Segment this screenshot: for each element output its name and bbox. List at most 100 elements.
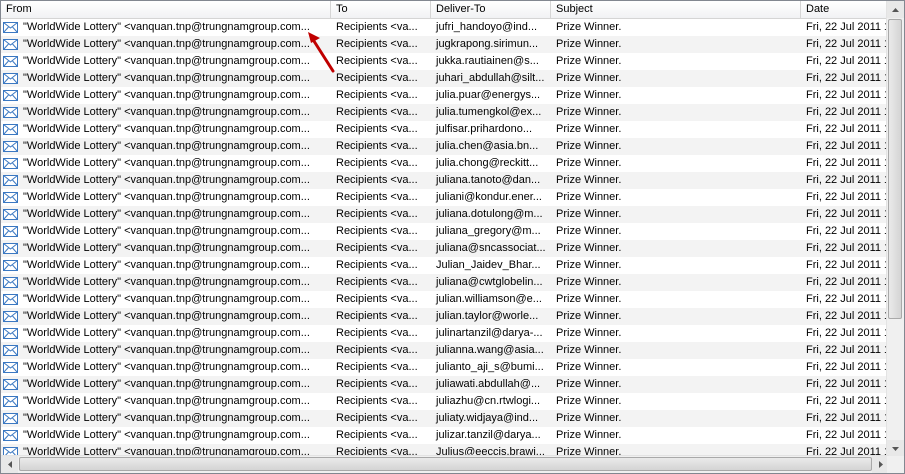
to-cell: Recipients <va... (336, 140, 418, 152)
from-text: "WorldWide Lottery" <vanquan.tnp@trungna… (23, 174, 310, 186)
deliver-to-cell: juliaty.widjaya@ind... (436, 412, 539, 424)
chevron-left-icon (7, 461, 12, 468)
subject-cell: Prize Winner. (556, 395, 622, 407)
to-cell: Recipients <va... (336, 344, 418, 356)
message-row[interactable]: "WorldWide Lottery" <vanquan.tnp@trungna… (1, 155, 889, 172)
subject-cell: Prize Winner. (556, 429, 622, 441)
subject-cell: Prize Winner. (556, 242, 622, 254)
to-cell: Recipients <va... (336, 208, 418, 220)
to-cell: Recipients <va... (336, 191, 418, 203)
envelope-icon (3, 311, 18, 322)
message-row[interactable]: "WorldWide Lottery" <vanquan.tnp@trungna… (1, 274, 889, 291)
from-cell: "WorldWide Lottery" <vanquan.tnp@trungna… (1, 274, 331, 291)
date-cell: Fri, 22 Jul 2011 1 (806, 89, 889, 101)
from-cell: "WorldWide Lottery" <vanquan.tnp@trungna… (1, 87, 331, 104)
subject-cell: Prize Winner. (556, 106, 622, 118)
date-cell: Fri, 22 Jul 2011 1 (806, 157, 889, 169)
deliver-to-cell: julfisar.prihardono... (436, 123, 532, 135)
subject-cell: Prize Winner. (556, 55, 622, 67)
deliver-to-cell: juliani@kondur.ener... (436, 191, 542, 203)
to-cell: Recipients <va... (336, 395, 418, 407)
message-row[interactable]: "WorldWide Lottery" <vanquan.tnp@trungna… (1, 206, 889, 223)
to-cell: Recipients <va... (336, 327, 418, 339)
message-row[interactable]: "WorldWide Lottery" <vanquan.tnp@trungna… (1, 359, 889, 376)
message-row[interactable]: "WorldWide Lottery" <vanquan.tnp@trungna… (1, 410, 889, 427)
message-row[interactable]: "WorldWide Lottery" <vanquan.tnp@trungna… (1, 291, 889, 308)
date-cell: Fri, 22 Jul 2011 1 (806, 55, 889, 67)
deliver-to-cell: juliazhu@cn.rtwlogi... (436, 395, 541, 407)
envelope-icon (3, 379, 18, 390)
subject-cell: Prize Winner. (556, 344, 622, 356)
message-row[interactable]: "WorldWide Lottery" <vanquan.tnp@trungna… (1, 393, 889, 410)
from-text: "WorldWide Lottery" <vanquan.tnp@trungna… (23, 242, 310, 254)
from-cell: "WorldWide Lottery" <vanquan.tnp@trungna… (1, 308, 331, 325)
deliver-to-cell: juliana.tanoto@dan... (436, 174, 541, 186)
deliver-to-cell: julia.puar@energys... (436, 89, 541, 101)
vertical-scrollbar[interactable] (886, 1, 904, 457)
message-row[interactable]: "WorldWide Lottery" <vanquan.tnp@trungna… (1, 308, 889, 325)
from-text: "WorldWide Lottery" <vanquan.tnp@trungna… (23, 293, 310, 305)
deliver-to-cell: juliana@sncassociat... (436, 242, 546, 254)
to-cell: Recipients <va... (336, 55, 418, 67)
to-cell: Recipients <va... (336, 276, 418, 288)
message-row[interactable]: "WorldWide Lottery" <vanquan.tnp@trungna… (1, 36, 889, 53)
from-text: "WorldWide Lottery" <vanquan.tnp@trungna… (23, 310, 310, 322)
column-header-deliver-to[interactable]: Deliver-To (431, 1, 551, 18)
from-cell: "WorldWide Lottery" <vanquan.tnp@trungna… (1, 223, 331, 240)
message-row[interactable]: "WorldWide Lottery" <vanquan.tnp@trungna… (1, 342, 889, 359)
date-cell: Fri, 22 Jul 2011 1 (806, 259, 889, 271)
subject-cell: Prize Winner. (556, 208, 622, 220)
to-cell: Recipients <va... (336, 378, 418, 390)
column-header-to[interactable]: To (331, 1, 431, 18)
from-cell: "WorldWide Lottery" <vanquan.tnp@trungna… (1, 427, 331, 444)
from-text: "WorldWide Lottery" <vanquan.tnp@trungna… (23, 429, 310, 441)
date-cell: Fri, 22 Jul 2011 1 (806, 412, 889, 424)
from-text: "WorldWide Lottery" <vanquan.tnp@trungna… (23, 327, 310, 339)
envelope-icon (3, 328, 18, 339)
message-row[interactable]: "WorldWide Lottery" <vanquan.tnp@trungna… (1, 240, 889, 257)
message-row[interactable]: "WorldWide Lottery" <vanquan.tnp@trungna… (1, 121, 889, 138)
date-cell: Fri, 22 Jul 2011 1 (806, 225, 889, 237)
subject-cell: Prize Winner. (556, 72, 622, 84)
from-text: "WorldWide Lottery" <vanquan.tnp@trungna… (23, 123, 310, 135)
deliver-to-cell: juliana@cwtglobelin... (436, 276, 543, 288)
message-row[interactable]: "WorldWide Lottery" <vanquan.tnp@trungna… (1, 427, 889, 444)
from-cell: "WorldWide Lottery" <vanquan.tnp@trungna… (1, 206, 331, 223)
message-row[interactable]: "WorldWide Lottery" <vanquan.tnp@trungna… (1, 19, 889, 36)
scroll-down-button[interactable] (887, 440, 904, 457)
column-header-from[interactable]: From (1, 1, 331, 18)
from-cell: "WorldWide Lottery" <vanquan.tnp@trungna… (1, 240, 331, 257)
message-list[interactable]: From To Deliver-To Subject Date "WorldWi… (0, 0, 905, 474)
column-header-subject[interactable]: Subject (551, 1, 801, 18)
to-cell: Recipients <va... (336, 293, 418, 305)
scroll-up-button[interactable] (887, 1, 904, 18)
from-cell: "WorldWide Lottery" <vanquan.tnp@trungna… (1, 359, 331, 376)
message-row[interactable]: "WorldWide Lottery" <vanquan.tnp@trungna… (1, 104, 889, 121)
subject-cell: Prize Winner. (556, 378, 622, 390)
subject-cell: Prize Winner. (556, 259, 622, 271)
vertical-scroll-thumb[interactable] (888, 19, 902, 319)
message-row[interactable]: "WorldWide Lottery" <vanquan.tnp@trungna… (1, 172, 889, 189)
envelope-icon (3, 39, 18, 50)
message-row[interactable]: "WorldWide Lottery" <vanquan.tnp@trungna… (1, 87, 889, 104)
horizontal-scrollbar[interactable] (1, 455, 889, 473)
message-row[interactable]: "WorldWide Lottery" <vanquan.tnp@trungna… (1, 138, 889, 155)
message-row[interactable]: "WorldWide Lottery" <vanquan.tnp@trungna… (1, 53, 889, 70)
deliver-to-cell: jufri_handoyo@ind... (436, 21, 538, 33)
message-row[interactable]: "WorldWide Lottery" <vanquan.tnp@trungna… (1, 223, 889, 240)
envelope-icon (3, 226, 18, 237)
date-cell: Fri, 22 Jul 2011 1 (806, 395, 889, 407)
deliver-to-cell: juliana_gregory@m... (436, 225, 541, 237)
message-row[interactable]: "WorldWide Lottery" <vanquan.tnp@trungna… (1, 376, 889, 393)
from-cell: "WorldWide Lottery" <vanquan.tnp@trungna… (1, 410, 331, 427)
message-row[interactable]: "WorldWide Lottery" <vanquan.tnp@trungna… (1, 70, 889, 87)
horizontal-scroll-thumb[interactable] (19, 457, 872, 471)
scroll-left-button[interactable] (1, 456, 18, 473)
deliver-to-cell: juhari_abdullah@silt... (436, 72, 545, 84)
message-row[interactable]: "WorldWide Lottery" <vanquan.tnp@trungna… (1, 325, 889, 342)
from-text: "WorldWide Lottery" <vanquan.tnp@trungna… (23, 72, 310, 84)
message-row[interactable]: "WorldWide Lottery" <vanquan.tnp@trungna… (1, 189, 889, 206)
message-row[interactable]: "WorldWide Lottery" <vanquan.tnp@trungna… (1, 257, 889, 274)
date-cell: Fri, 22 Jul 2011 1 (806, 429, 889, 441)
envelope-icon (3, 124, 18, 135)
